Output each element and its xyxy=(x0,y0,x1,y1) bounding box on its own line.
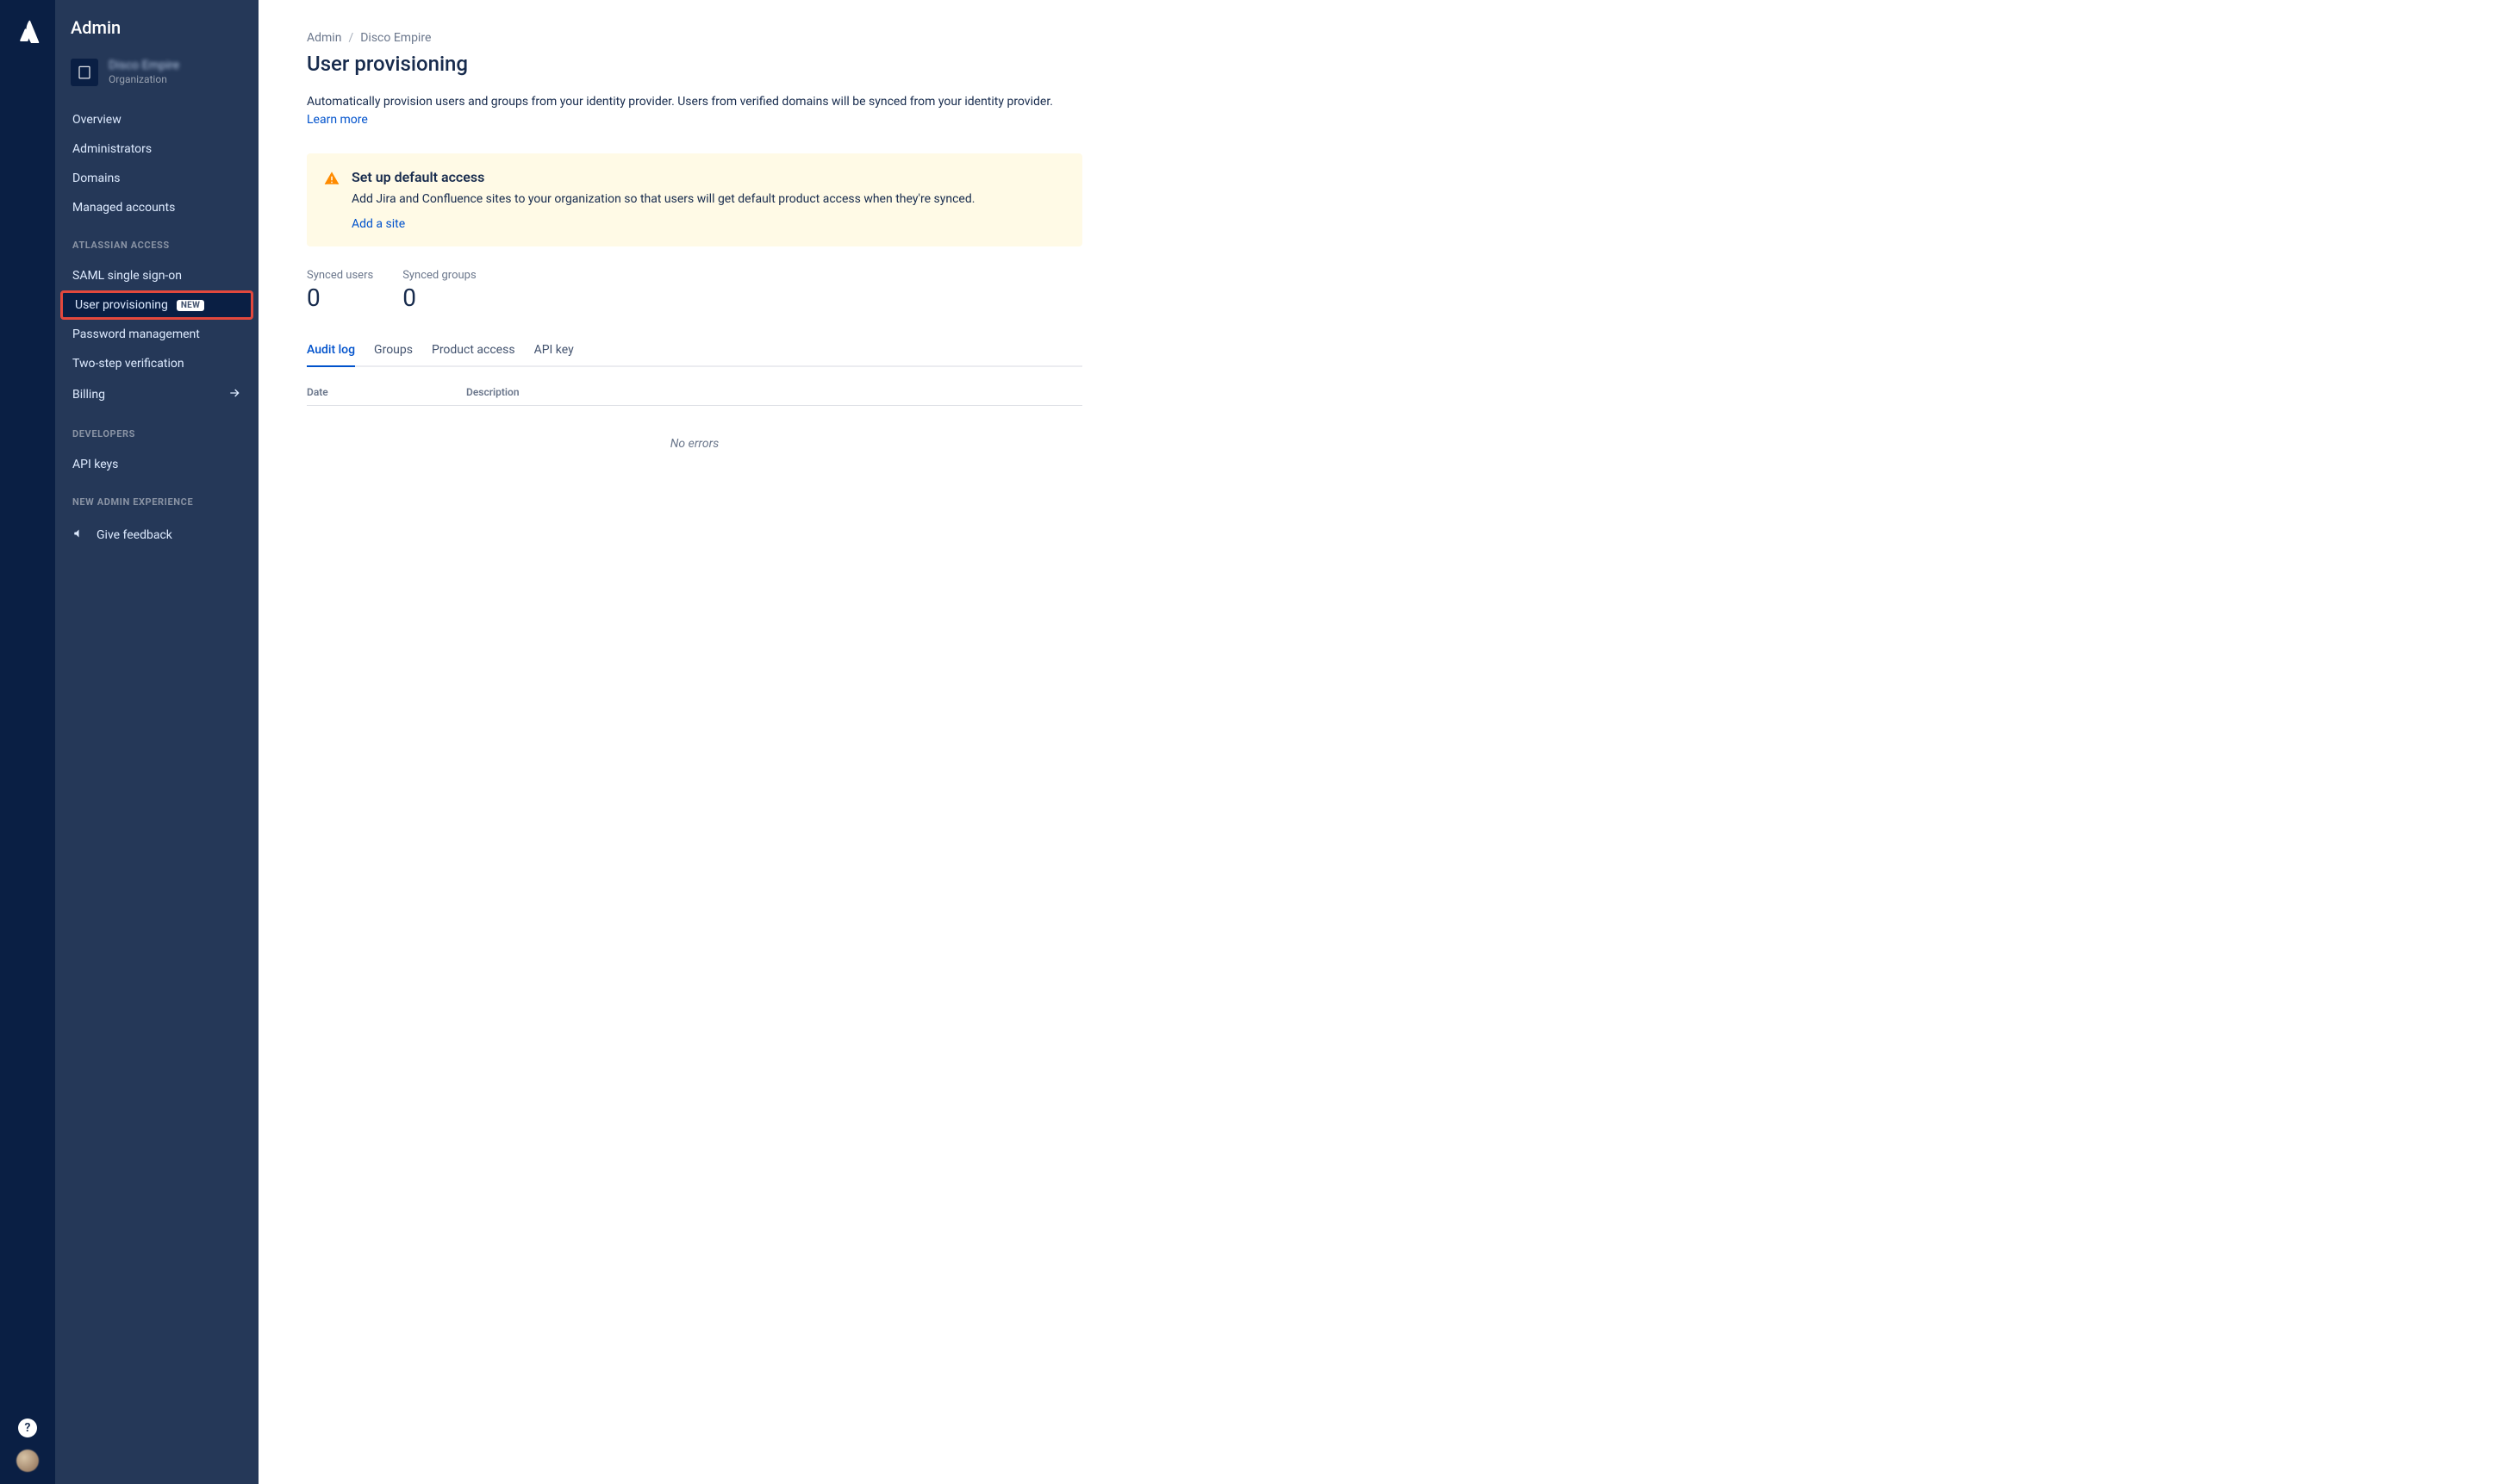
breadcrumb-separator: / xyxy=(348,31,353,45)
intro-text: Automatically provision users and groups… xyxy=(307,93,1082,129)
audit-log-table: Date Description No errors xyxy=(307,379,1082,482)
org-subtitle: Organization xyxy=(109,73,179,85)
table-header: Date Description xyxy=(307,379,1082,406)
sidebar-item-domains[interactable]: Domains xyxy=(55,164,259,193)
sidebar-item-label: Password management xyxy=(72,327,200,341)
sidebar-heading-access: ATLASSIAN ACCESS xyxy=(55,228,259,256)
stat-label: Synced users xyxy=(307,269,373,282)
sidebar-item-two-step[interactable]: Two-step verification xyxy=(55,349,259,378)
breadcrumb: Admin / Disco Empire xyxy=(307,31,2470,45)
sidebar-item-user-provisioning[interactable]: User provisioning NEW xyxy=(60,290,253,320)
add-site-link[interactable]: Add a site xyxy=(352,217,405,231)
sidebar-title: Admin xyxy=(55,17,259,53)
global-rail: ? xyxy=(0,0,55,1484)
sidebar-item-label: User provisioning xyxy=(75,298,168,312)
sidebar-item-label: Managed accounts xyxy=(72,201,175,215)
banner-body: Add Jira and Confluence sites to your or… xyxy=(352,190,975,209)
sidebar-item-saml[interactable]: SAML single sign-on xyxy=(55,261,259,290)
stat-value: 0 xyxy=(307,284,373,312)
sidebar-item-label: Overview xyxy=(72,113,122,127)
tab-groups[interactable]: Groups xyxy=(374,338,413,365)
tab-product-access[interactable]: Product access xyxy=(432,338,515,365)
tab-api-key[interactable]: API key xyxy=(534,338,574,365)
stat-label: Synced groups xyxy=(402,269,476,282)
sidebar-item-billing[interactable]: Billing xyxy=(55,378,259,411)
sidebar-item-label: Billing xyxy=(72,388,105,402)
col-date: Date xyxy=(307,386,466,398)
help-icon[interactable]: ? xyxy=(18,1419,37,1437)
sidebar-item-label: Administrators xyxy=(72,142,152,156)
table-empty-state: No errors xyxy=(307,406,1082,482)
sidebar-item-give-feedback[interactable]: Give feedback xyxy=(55,518,259,552)
sidebar-item-label: Give feedback xyxy=(97,528,172,542)
sidebar-item-overview[interactable]: Overview xyxy=(55,105,259,134)
arrow-right-icon xyxy=(227,386,241,403)
sidebar-item-administrators[interactable]: Administrators xyxy=(55,134,259,164)
org-name: Disco Empire xyxy=(109,59,179,73)
atlassian-logo-icon[interactable] xyxy=(16,19,40,47)
sidebar-item-label: Domains xyxy=(72,171,120,185)
sidebar-item-password-management[interactable]: Password management xyxy=(55,320,259,349)
warning-banner: Set up default access Add Jira and Confl… xyxy=(307,153,1082,246)
sidebar-item-label: API keys xyxy=(72,458,118,471)
learn-more-link[interactable]: Learn more xyxy=(307,113,368,127)
user-avatar[interactable] xyxy=(16,1450,39,1472)
org-switcher[interactable]: Disco Empire Organization xyxy=(55,53,259,100)
stat-synced-groups: Synced groups 0 xyxy=(402,269,476,312)
new-badge: NEW xyxy=(177,300,204,311)
sidebar-heading-new-admin: NEW ADMIN EXPERIENCE xyxy=(55,484,259,513)
breadcrumb-root[interactable]: Admin xyxy=(307,31,341,45)
sidebar: Admin Disco Empire Organization Overview… xyxy=(55,0,259,1484)
banner-title: Set up default access xyxy=(352,169,975,185)
sidebar-item-label: Two-step verification xyxy=(72,357,184,371)
main-content: Admin / Disco Empire User provisioning A… xyxy=(259,0,2518,1484)
page-title: User provisioning xyxy=(307,52,2470,76)
tabs: Audit log Groups Product access API key xyxy=(307,338,1082,367)
sidebar-item-api-keys[interactable]: API keys xyxy=(55,450,259,479)
sidebar-item-label: SAML single sign-on xyxy=(72,269,182,283)
megaphone-icon xyxy=(72,526,88,545)
stats-row: Synced users 0 Synced groups 0 xyxy=(307,269,2470,312)
tab-audit-log[interactable]: Audit log xyxy=(307,338,355,365)
col-description: Description xyxy=(466,386,1082,398)
warning-icon xyxy=(324,169,340,231)
sidebar-item-managed-accounts[interactable]: Managed accounts xyxy=(55,193,259,222)
sidebar-heading-developers: DEVELOPERS xyxy=(55,416,259,445)
stat-synced-users: Synced users 0 xyxy=(307,269,373,312)
building-icon xyxy=(71,59,98,86)
stat-value: 0 xyxy=(402,284,476,312)
breadcrumb-current[interactable]: Disco Empire xyxy=(360,31,431,45)
